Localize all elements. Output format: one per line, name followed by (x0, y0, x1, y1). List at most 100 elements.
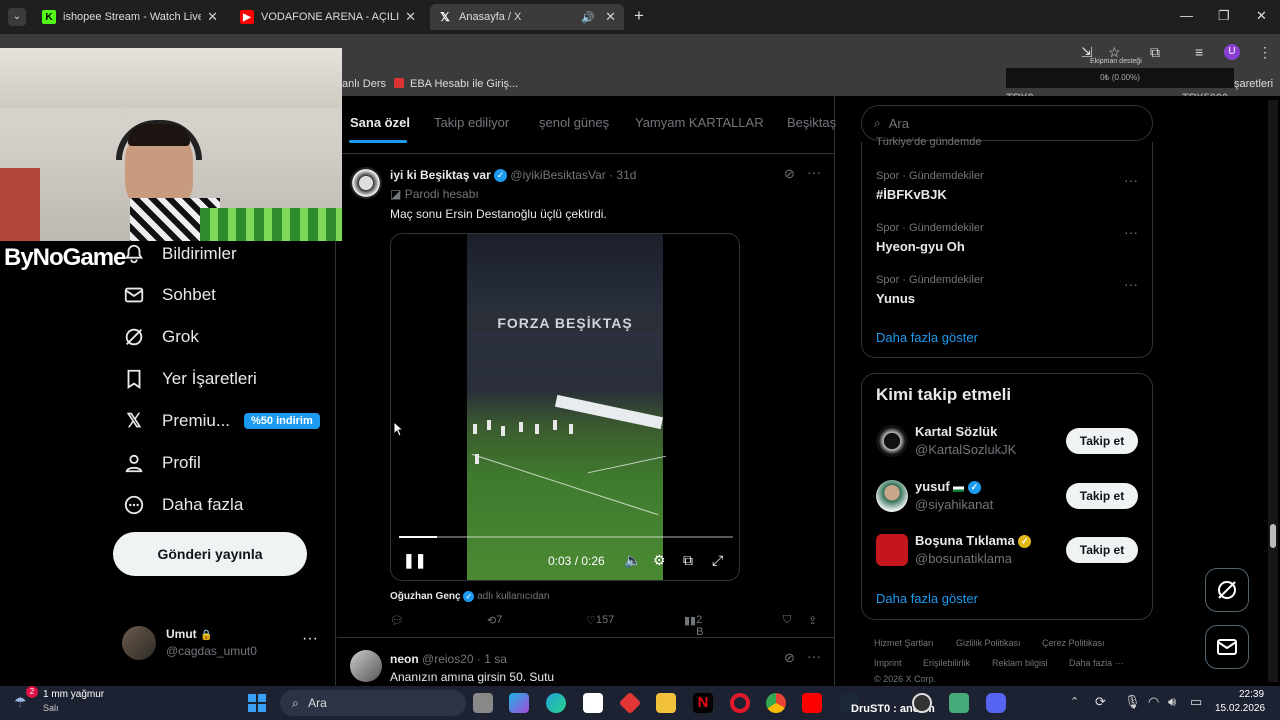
tray-app-icon[interactable]: ⟳ (1095, 694, 1106, 710)
follow-button[interactable]: Takip et (1066, 537, 1138, 563)
avatar[interactable] (876, 480, 908, 512)
follow-button[interactable]: Takip et (1066, 483, 1138, 509)
volume-icon[interactable]: 🔊︎ (1168, 694, 1176, 710)
volume-icon[interactable]: 🔈 (624, 552, 641, 569)
tab-yamyam-kartallar[interactable]: Yamyam KARTALLAR (635, 115, 764, 130)
trend-item[interactable]: Spor · Gündemdekiler Yunus ··· (862, 274, 1152, 318)
weather-text[interactable]: 1 mm yağmur (43, 689, 104, 700)
tab-search-button[interactable]: ⌄ (8, 8, 26, 26)
browser-tab-vodafone[interactable]: ▶ VODAFONE ARENA - AÇILIŞ M ✕ (232, 4, 424, 30)
store-icon[interactable] (583, 693, 603, 713)
post-button[interactable]: Gönderi yayınla (113, 532, 307, 576)
nav-notifications[interactable]: Bildirimler (122, 239, 237, 269)
footer-link[interactable]: Gizlilik Politikası (956, 638, 1021, 648)
tab-besiktas[interactable]: Beşiktaş (787, 115, 836, 130)
more-dots-icon[interactable]: ··· (1124, 224, 1138, 240)
menu-icon[interactable]: ⋮ (1258, 44, 1272, 61)
footer-link[interactable]: Imprint (874, 658, 902, 668)
footer-link[interactable]: Erişilebilirlik (923, 658, 970, 668)
more-dots-icon[interactable]: ··· (807, 648, 821, 664)
author-handle[interactable]: @iyikiBesiktasVar (510, 168, 605, 182)
grok-floating-button[interactable] (1205, 568, 1249, 612)
netflix-icon[interactable]: N (693, 693, 713, 713)
youtube-icon[interactable] (802, 693, 822, 713)
trend-item[interactable]: Spor · Gündemdekiler Hyeon-gyu Oh ··· (862, 222, 1152, 266)
close-tab-icon[interactable]: ✕ (207, 9, 218, 25)
follow-handle[interactable]: @bosunatiklama (915, 551, 1012, 566)
tab-senol-gunes[interactable]: şenol güneş (539, 115, 609, 130)
follow-suggestion[interactable]: Kartal Sözlük @KartalSozlukJK Takip et (862, 422, 1152, 462)
bookmark-item[interactable]: EBA Hesabı ile Giriş... (410, 78, 518, 90)
obs-icon[interactable] (912, 693, 932, 713)
tweet[interactable]: iyi ki Beşiktaş var ✓ @iyikiBesiktasVar … (337, 155, 835, 638)
grok-icon[interactable]: ⊘ (784, 166, 795, 182)
more-dots-icon[interactable]: ··· (807, 164, 821, 180)
bookmark-item[interactable]: anlı Ders (342, 78, 386, 90)
show-more-trends-link[interactable]: Daha fazla göster (876, 330, 978, 345)
avatar[interactable] (876, 534, 908, 566)
close-window-icon[interactable]: ✕ (1256, 8, 1267, 24)
follow-handle[interactable]: @KartalSozlukJK (915, 442, 1016, 457)
scrollbar-thumb[interactable] (1270, 524, 1276, 548)
nav-premium[interactable]: 𝕏 Premiu... %50 indirim (122, 406, 320, 436)
clock-time[interactable]: 22:39 (1239, 689, 1264, 700)
grok-icon[interactable]: ⊘ (784, 650, 795, 666)
chrome-icon[interactable] (766, 693, 786, 713)
maximize-icon[interactable]: ❐ (1218, 8, 1230, 24)
footer-link[interactable]: Daha fazla ··· (1069, 658, 1124, 668)
footer-link[interactable]: Hizmet Şartları (874, 638, 934, 648)
media-control-icon[interactable]: ≡ (1195, 44, 1203, 60)
like-button[interactable]: ♡ 157 (586, 614, 614, 627)
follow-button[interactable]: Takip et (1066, 428, 1138, 454)
minimize-icon[interactable]: — (1180, 8, 1193, 23)
folder-icon[interactable] (656, 693, 676, 713)
tray-chevron-icon[interactable]: ⌃ (1070, 695, 1079, 708)
tweet-time[interactable]: · 31d (609, 168, 636, 182)
video-progress-bar[interactable] (399, 536, 733, 538)
speaker-icon[interactable]: 🔊 (581, 11, 595, 24)
close-tab-icon[interactable]: ✕ (405, 9, 416, 25)
file-explorer-icon[interactable] (473, 693, 493, 713)
trend-item[interactable]: Spor · Gündemdekiler #İBFKvBJK ··· (862, 170, 1152, 214)
anydesk-icon[interactable] (618, 691, 642, 715)
app-icon[interactable] (949, 693, 969, 713)
bookmark-icon[interactable]: ⛉ (783, 614, 791, 627)
battery-icon[interactable]: ▭ (1190, 694, 1202, 710)
account-switcher[interactable]: Umut 🔒 @cagdas_umut0 ··· (122, 624, 326, 660)
nav-bookmarks[interactable]: Yer İşaretleri (122, 364, 257, 394)
microphone-icon[interactable]: 🎙︎ (1124, 694, 1141, 710)
footer-link[interactable]: Reklam bilgisi (992, 658, 1048, 668)
views-button[interactable]: ▮▮ 2 B (684, 614, 703, 638)
footer-link[interactable]: Çerez Politikası (1042, 638, 1105, 648)
weather-icon[interactable]: ☂ (14, 694, 27, 711)
fullscreen-icon[interactable]: ⤢ (712, 552, 723, 569)
bookmark-item[interactable]: şaretleri (1234, 78, 1273, 90)
nav-profile[interactable]: Profil (122, 448, 201, 478)
browser-tab-ishopee[interactable]: K ishopee Stream - Watch Live on ✕ (34, 4, 226, 30)
tab-for-you[interactable]: Sana özel (350, 115, 410, 130)
nav-grok[interactable]: Grok (122, 322, 199, 352)
author-name[interactable]: iyi ki Beşiktaş var (390, 168, 491, 182)
follow-name[interactable]: Boşuna Tıklama (915, 533, 1015, 548)
copilot-icon[interactable] (509, 693, 529, 713)
author-name[interactable]: neon (390, 652, 419, 666)
avatar[interactable] (876, 425, 908, 457)
tweet-time[interactable]: · 1 sa (477, 652, 507, 666)
discord-icon[interactable] (986, 693, 1006, 713)
clock-date[interactable]: 15.02.2026 (1215, 703, 1265, 714)
follow-suggestion[interactable]: Boşuna Tıklama ✓ @bosunatiklama Takip et (862, 531, 1152, 571)
wifi-icon[interactable]: ◠ (1148, 694, 1159, 710)
more-dots-icon[interactable]: ··· (1124, 172, 1138, 188)
settings-icon[interactable]: ⚙ (653, 552, 666, 569)
messages-floating-button[interactable] (1205, 625, 1249, 669)
nav-chat[interactable]: Sohbet (122, 280, 216, 310)
author-handle[interactable]: @reios20 (422, 652, 474, 666)
taskbar-search[interactable]: ⌕ Ara (280, 690, 466, 716)
nav-more[interactable]: Daha fazla (122, 490, 243, 520)
start-icon[interactable] (248, 694, 266, 712)
profile-avatar[interactable]: U (1224, 44, 1240, 60)
follow-name[interactable]: yusuf (915, 479, 950, 494)
reply-button[interactable]: 💬︎ (390, 614, 404, 627)
follow-name[interactable]: Kartal Sözlük (915, 424, 997, 439)
pip-icon[interactable]: ⧉ (683, 552, 693, 569)
